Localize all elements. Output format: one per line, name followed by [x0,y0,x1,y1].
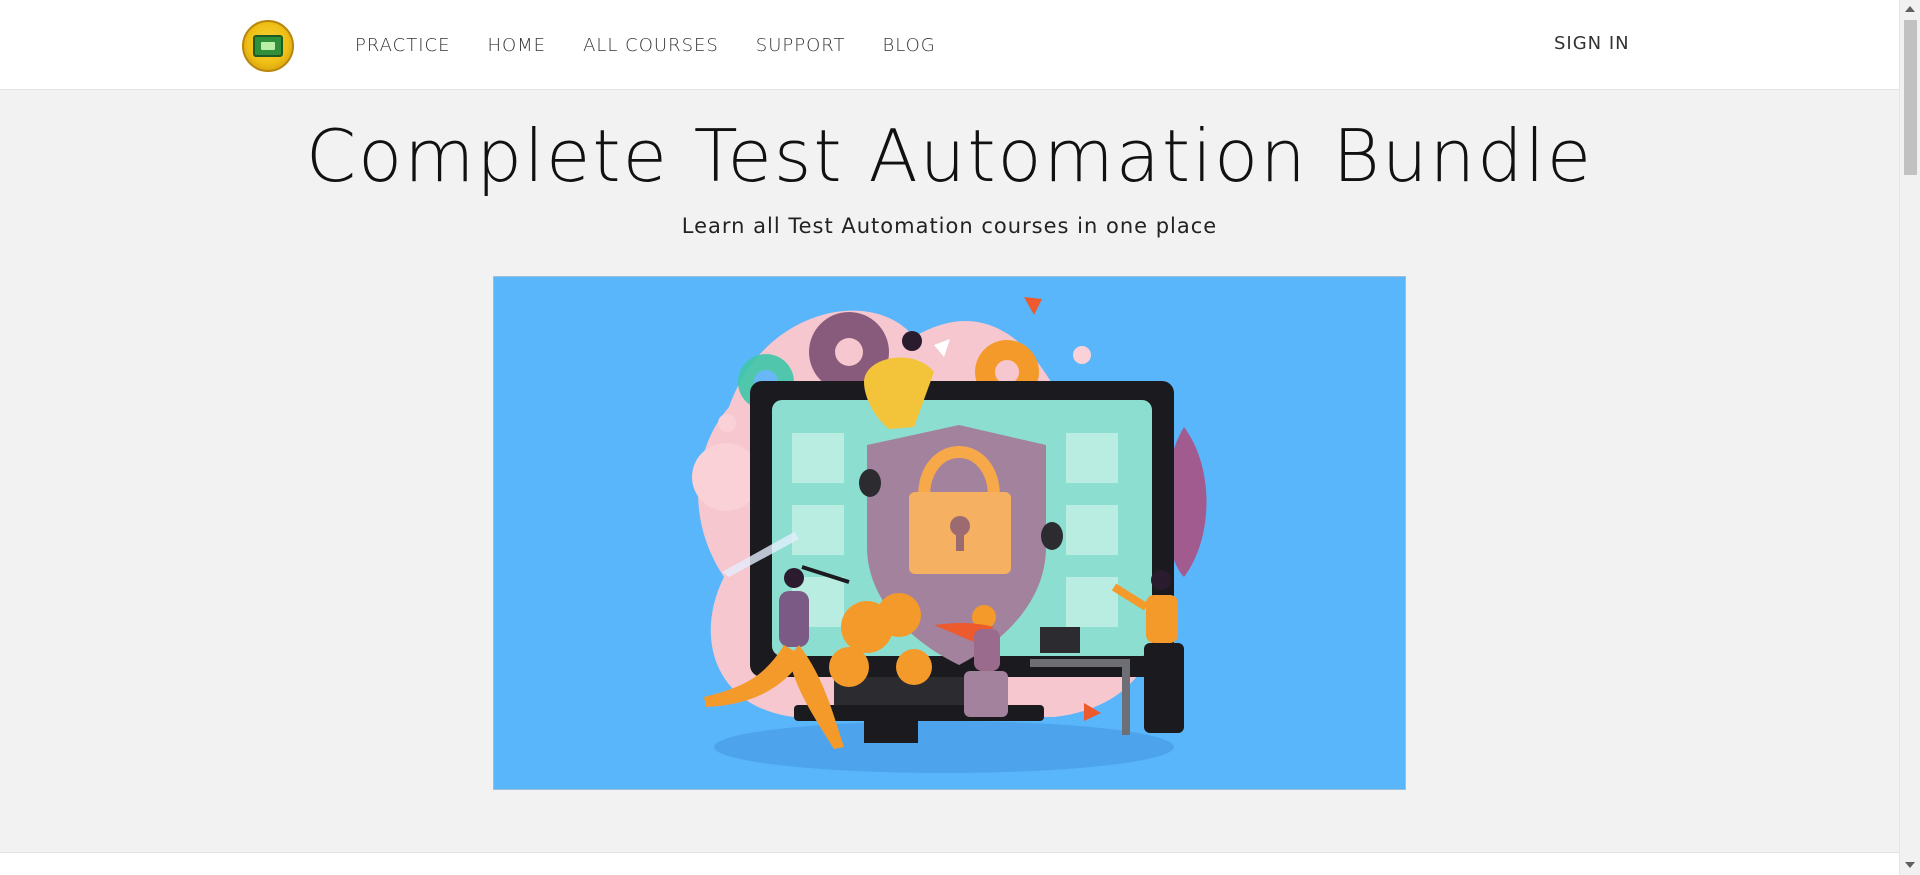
next-section-edge [0,852,1899,875]
sign-in-link[interactable]: SIGN IN [1554,33,1630,54]
scroll-up-arrow-icon[interactable] [1905,6,1915,12]
school-seal-logo-icon [253,35,283,57]
main-nav: PRACTICE HOME ALL COURSES SUPPORT BLOG [355,0,973,90]
nav-item-blog[interactable]: BLOG [882,35,935,56]
nav-item-all-courses[interactable]: ALL COURSES [583,35,719,56]
nav-item-home[interactable]: HOME [487,35,546,56]
page-subtitle: Learn all Test Automation courses in one… [681,214,1218,238]
site-logo[interactable] [242,20,294,72]
nav-item-support[interactable]: SUPPORT [756,35,846,56]
page-scrollbar[interactable] [1899,0,1920,875]
nav-item-practice[interactable]: PRACTICE [355,35,450,56]
scrollbar-thumb[interactable] [1904,20,1917,175]
scroll-down-arrow-icon[interactable] [1905,862,1915,868]
hero-image [493,276,1406,790]
page: PRACTICE HOME ALL COURSES SUPPORT BLOG S… [0,0,1920,875]
site-header: PRACTICE HOME ALL COURSES SUPPORT BLOG S… [0,0,1899,90]
page-title: Complete Test Automation Bundle [305,114,1594,198]
security-testing-illustration-icon [692,297,1207,773]
